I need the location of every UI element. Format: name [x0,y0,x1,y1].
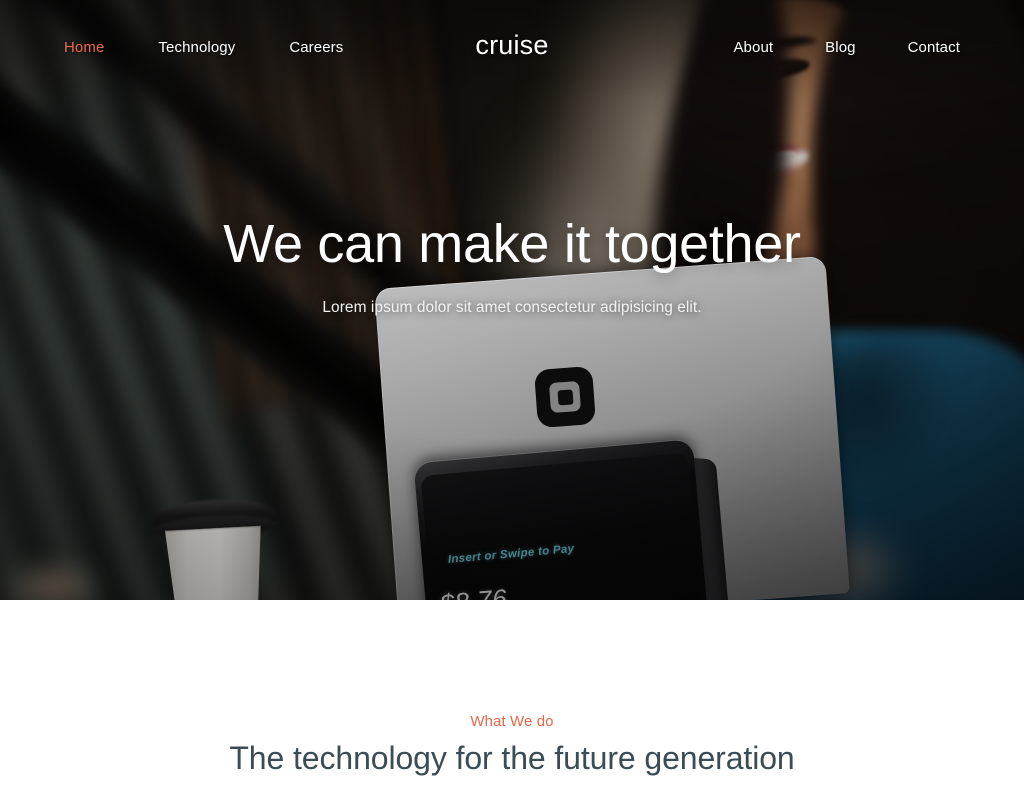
nav-left-group: Home Technology Careers [64,39,343,56]
card-reader-screen: Insert or Swipe to Pay $8.76 [413,438,711,600]
hero-section: Insert or Swipe to Pay $8.76 Home Techno… [0,0,1024,600]
hero-title: We can make it together [223,214,801,274]
nav-link-about[interactable]: About [733,39,773,56]
primary-navigation: Home Technology Careers About Blog Conta… [0,0,1024,94]
nav-link-home[interactable]: Home [64,39,104,56]
coffee-cup [151,496,279,600]
square-logo-icon [533,365,597,429]
hero-subtitle: Lorem ipsum dolor sit amet consectetur a… [322,298,702,316]
hero-copy: We can make it together Lorem ipsum dolo… [0,216,1024,317]
nav-link-blog[interactable]: Blog [825,39,855,56]
section-title: The technology for the future generation [229,740,795,776]
what-we-do-section: What We do The technology for the future… [0,600,1024,800]
nav-link-careers[interactable]: Careers [289,39,343,56]
nav-right-group: About Blog Contact [733,39,960,56]
nav-link-technology[interactable]: Technology [158,39,235,56]
nav-link-contact[interactable]: Contact [908,39,960,56]
section-eyebrow: What We do [470,713,554,730]
laptop-with-card-reader: Insert or Swipe to Pay $8.76 [374,255,850,600]
site-logo-text[interactable]: cruise [475,30,548,60]
